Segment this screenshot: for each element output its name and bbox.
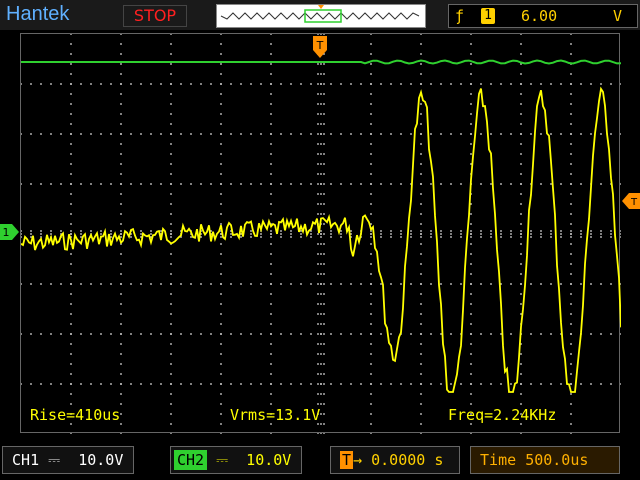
freq-measurement: Freq=2.24KHz — [448, 406, 557, 424]
ch1-scale-box[interactable]: CH1 ⎓ 10.0V — [2, 446, 134, 474]
ch1-scale: 10.0V — [78, 451, 124, 469]
trigger-level-unit: V — [613, 7, 623, 25]
trigger-position-marker[interactable]: T — [312, 36, 328, 60]
memory-position-bar[interactable] — [216, 4, 426, 28]
time-scale: 500.0us — [525, 451, 589, 469]
svg-text:T: T — [316, 39, 324, 52]
rising-edge-icon: ƒ — [455, 7, 465, 25]
dc-coupling-icon: ⎓ — [216, 451, 229, 469]
waveform-plot — [21, 34, 621, 434]
ch2-scale-box[interactable]: CH2 ⎓ 10.0V — [170, 446, 302, 474]
memory-waveform-overview — [220, 5, 420, 23]
top-status-bar: Hantek STOP ƒ 1 6.00 V — [0, 0, 640, 30]
vrms-measurement: Vrms=13.1V — [230, 406, 321, 424]
trigger-offset-value: 0.0000 s — [371, 451, 444, 469]
svg-text:1: 1 — [3, 226, 10, 239]
trigger-level-marker[interactable]: T — [622, 193, 640, 209]
waveform-display[interactable] — [20, 33, 621, 434]
trigger-offset-icon: T — [340, 451, 354, 469]
trigger-info-panel[interactable]: ƒ 1 6.00 V — [448, 4, 638, 28]
dc-coupling-icon: ⎓ — [48, 451, 61, 469]
ch2-trace — [21, 59, 621, 65]
ch2-scale: 10.0V — [246, 451, 292, 469]
time-label: Time — [480, 451, 517, 469]
brand-logo: Hantek — [6, 3, 70, 25]
run-stop-indicator[interactable]: STOP — [123, 5, 187, 27]
ch1-label: CH1 — [12, 451, 40, 469]
trigger-channel-badge: 1 — [481, 8, 495, 24]
ch1-ground-marker[interactable]: 1 — [0, 224, 20, 240]
svg-text:T: T — [630, 197, 638, 208]
grid — [21, 34, 621, 434]
bottom-status-bar: CH1 ⎓ 10.0V CH2 ⎓ 10.0V T → 0.0000 s Time… — [0, 440, 640, 480]
trigger-level-value: 6.00 — [521, 7, 558, 25]
rise-measurement: Rise=410us — [30, 406, 121, 424]
ch2-label: CH2 — [174, 450, 208, 470]
timebase-box[interactable]: Time 500.0us — [470, 446, 620, 474]
trigger-offset-box[interactable]: T → 0.0000 s — [330, 446, 460, 474]
